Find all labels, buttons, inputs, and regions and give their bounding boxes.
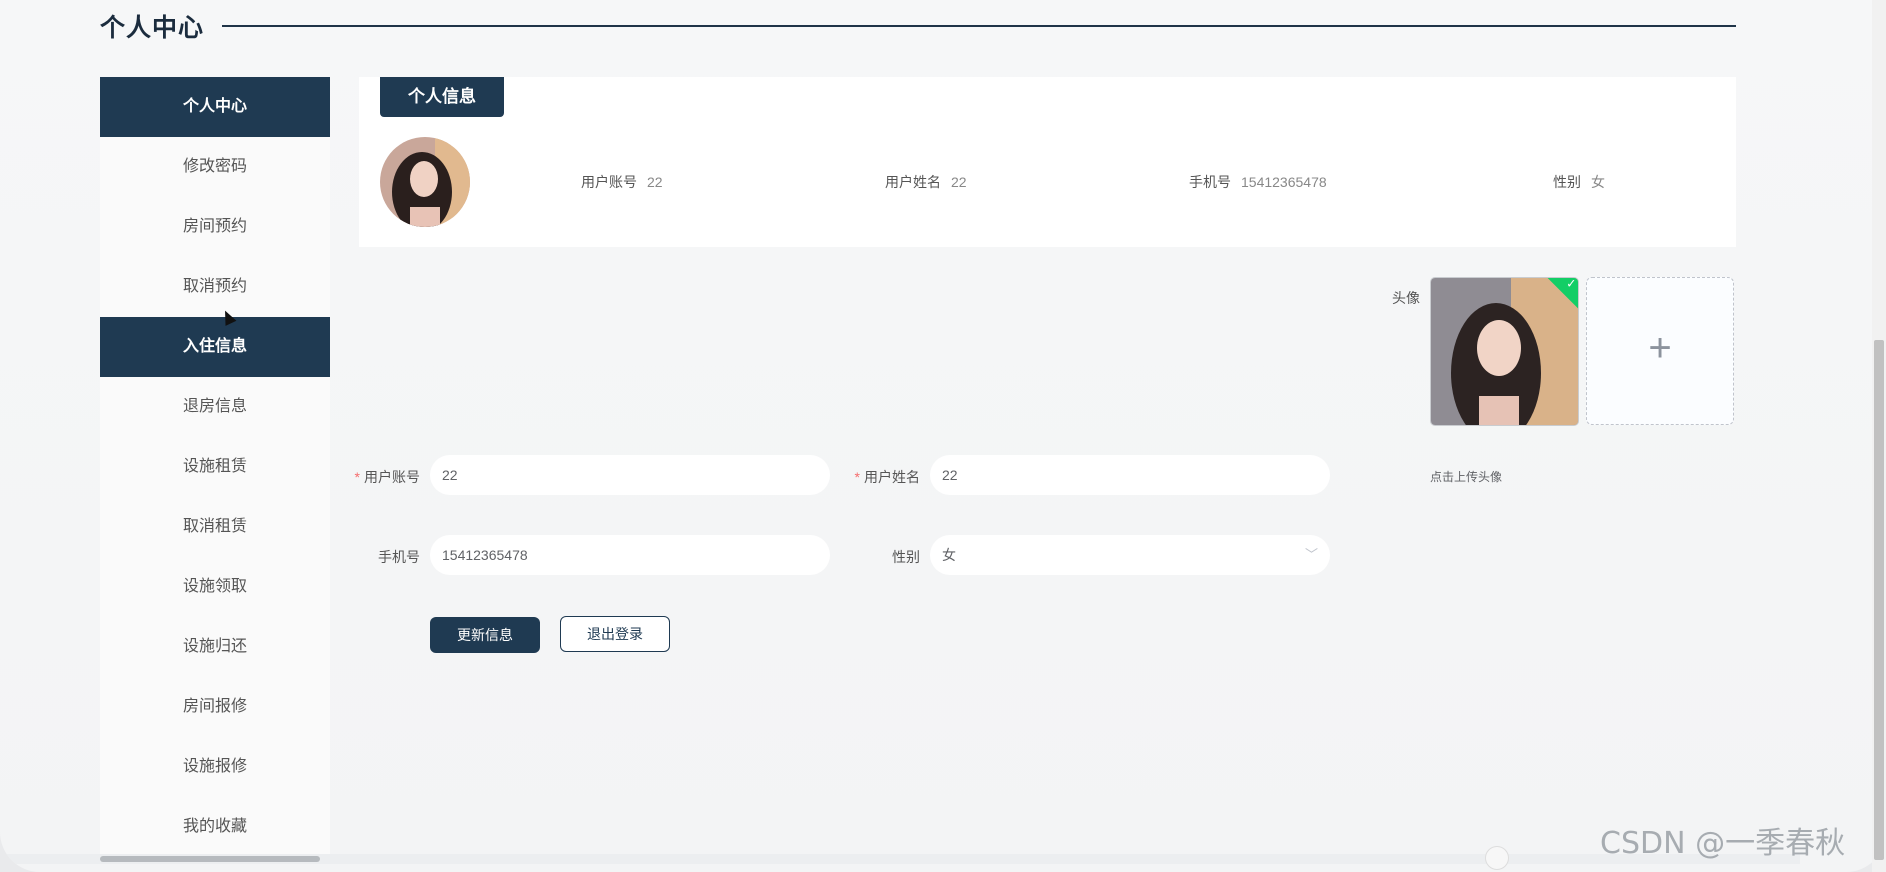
chevron-down-icon: ﹀ — [1304, 547, 1318, 562]
watermark: CSDN @一季春秋 — [1600, 826, 1846, 861]
sidebar-item-facility-repair[interactable]: 设施报修 — [100, 737, 330, 797]
sidebar-item-facility-pickup[interactable]: 设施领取 — [100, 557, 330, 617]
sidebar-item-facility-rental[interactable]: 设施租赁 — [100, 437, 330, 497]
required-mark: * — [854, 469, 860, 485]
info-gender-label: 性别 — [1553, 174, 1581, 190]
form-name-label-text: 用户姓名 — [864, 469, 920, 485]
page-title: 个人中心 — [100, 14, 205, 42]
info-gender-value: 女 — [1591, 174, 1605, 190]
sidebar-item-change-password[interactable]: 修改密码 — [100, 137, 330, 197]
sidebar-item-room-repair[interactable]: 房间报修 — [100, 677, 330, 737]
gender-select[interactable]: 女 ﹀ — [930, 535, 1330, 575]
horizontal-scrollbar[interactable] — [100, 856, 320, 862]
sidebar-item-my-favorites[interactable]: 我的收藏 — [100, 797, 330, 857]
vertical-scrollbar[interactable] — [1874, 340, 1884, 860]
info-phone-label: 手机号 — [1189, 174, 1231, 190]
info-account-value: 22 — [647, 174, 663, 190]
form-name-label: * 用户姓名 — [850, 467, 920, 487]
uploaded-avatar-image[interactable]: ✓ — [1430, 277, 1579, 426]
sidebar-item-personal-center[interactable]: 个人中心 — [100, 77, 330, 137]
info-name-value: 22 — [951, 174, 967, 190]
avatar-upload-tip[interactable]: 点击上传头像 — [1430, 468, 1502, 485]
info-account: 用户账号 22 — [581, 172, 663, 192]
logout-button[interactable]: 退出登录 — [560, 616, 670, 652]
sidebar-item-checkout-info[interactable]: 退房信息 — [100, 377, 330, 437]
phone-field[interactable] — [430, 535, 830, 575]
sidebar-item-room-booking[interactable]: 房间预约 — [100, 197, 330, 257]
info-account-label: 用户账号 — [581, 174, 637, 190]
avatar — [380, 137, 470, 227]
scroll-circle-handle[interactable] — [1485, 846, 1509, 870]
info-phone-value: 15412365478 — [1241, 174, 1327, 190]
gender-select-value: 女 — [942, 547, 956, 563]
title-divider — [222, 25, 1736, 27]
sidebar-item-checkin-info[interactable]: 入住信息 — [100, 317, 330, 377]
info-tab[interactable]: 个人信息 — [380, 77, 504, 117]
sidebar-item-cancel-rental[interactable]: 取消租赁 — [100, 497, 330, 557]
avatar-upload-button[interactable]: + — [1586, 277, 1734, 425]
info-name-label: 用户姓名 — [885, 174, 941, 190]
sidebar-menu: 个人中心 修改密码 房间预约 取消预约 入住信息 退房信息 设施租赁 取消租赁 … — [100, 77, 330, 857]
account-field[interactable] — [430, 455, 830, 495]
info-name: 用户姓名 22 — [885, 172, 967, 192]
avatar-upload-label: 头像 — [1392, 290, 1420, 306]
update-info-button[interactable]: 更新信息 — [430, 617, 540, 653]
sidebar-item-facility-return[interactable]: 设施归还 — [100, 617, 330, 677]
name-field[interactable] — [930, 455, 1330, 495]
user-info-card — [359, 77, 1736, 247]
form-account-label-text: 用户账号 — [364, 469, 420, 485]
info-phone: 手机号 15412365478 — [1189, 172, 1327, 192]
plus-icon: + — [1648, 326, 1672, 370]
form-gender-label: 性别 — [892, 549, 920, 565]
check-icon: ✓ — [1566, 277, 1577, 291]
page-container: 个人中心 个人中心 修改密码 房间预约 取消预约 入住信息 退房信息 设施租赁 … — [0, 0, 1886, 872]
required-mark: * — [354, 469, 360, 485]
form-phone-label: 手机号 — [378, 549, 420, 565]
info-gender: 性别女 — [1553, 172, 1605, 192]
form-account-label: * 用户账号 — [350, 467, 420, 487]
sidebar-item-cancel-booking[interactable]: 取消预约 — [100, 257, 330, 317]
